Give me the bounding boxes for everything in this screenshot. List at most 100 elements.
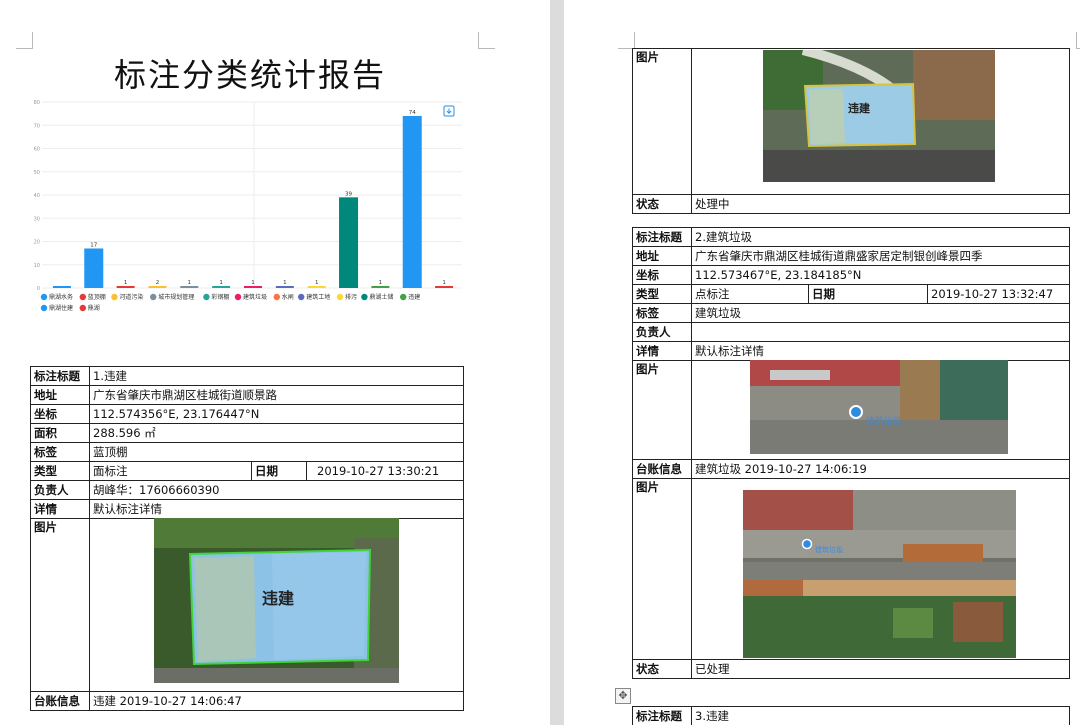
margin-corner-mark	[1076, 32, 1080, 49]
move-handle-icon[interactable]: ✥	[615, 688, 631, 704]
legend-label: 鼎湖水务	[49, 293, 73, 301]
y-tick-label: 70	[34, 123, 40, 129]
value-ledger[interactable]: 违建 2019-10-27 14:06:47	[89, 691, 464, 711]
legend-swatch	[150, 293, 157, 301]
label-ledger: 台账信息	[632, 459, 692, 479]
value-title[interactable]: 3.违建	[691, 706, 1070, 725]
label-address: 地址	[632, 246, 692, 266]
label-owner: 负责人	[30, 480, 90, 500]
label-status: 状态	[632, 194, 692, 214]
chart-bar	[116, 286, 135, 288]
legend-label: 蓝顶棚	[88, 293, 106, 301]
aerial-photo-construction-waste[interactable]: 建筑垃圾	[750, 360, 1008, 454]
chart-y-ticks: 80 70 60 50 40 30 20 10 0	[34, 100, 40, 292]
label-detail: 详情	[632, 341, 692, 361]
chart-bar	[180, 286, 199, 288]
value-date[interactable]: 2019-10-27 13:30:21	[306, 461, 464, 481]
table-row: 类型 面标注 日期 2019-10-27 13:30:21	[30, 461, 464, 481]
table-row: 标注标题 2.建筑垃圾	[632, 227, 1070, 247]
value-address[interactable]: 广东省肇庆市鼎湖区桂城街道鼎盛家居定制银创峰景四季	[691, 246, 1070, 266]
legend-swatch	[40, 304, 48, 312]
label-owner: 负责人	[632, 322, 692, 342]
chart-value-labels: 17 1 2 1 1 1 1 1 39 1 74 1	[90, 110, 446, 286]
chart-bar	[339, 197, 359, 288]
value-owner[interactable]: 胡峰华：17606660390	[89, 480, 464, 500]
table-row: 标注标题 1.违建	[30, 366, 464, 386]
legend-swatch	[203, 293, 210, 301]
chart-legend: 鼎湖水务 蓝顶棚 河道污染 城市规划管理 彩钢棚 建筑垃圾 水闸 建筑工地 排污 鼎湖土储 违建鼎湖…	[40, 293, 420, 312]
label-title: 标注标题	[632, 706, 692, 725]
table-row: 标注标题 3.违建	[632, 706, 1070, 725]
value-title[interactable]: 1.违建	[89, 366, 464, 386]
value-date[interactable]: 2019-10-27 13:32:47	[927, 284, 1070, 304]
table-row: 详情 默认标注详情	[632, 341, 1070, 361]
bar-value-label: 1	[251, 280, 255, 286]
table-row: 标签 建筑垃圾	[632, 303, 1070, 323]
bar-value-label: 1	[219, 280, 223, 286]
value-status[interactable]: 处理中	[691, 194, 1070, 214]
chart-bar	[244, 286, 262, 288]
legend-label: 河道污染	[119, 293, 143, 301]
table-row: 坐标 112.574356°E, 23.176447°N	[30, 404, 464, 424]
value-coords[interactable]: 112.574356°E, 23.176447°N	[89, 404, 464, 424]
photo-overlay-label: 建筑垃圾	[866, 415, 902, 427]
document-page-left: 标注分类统计报告 80 70 60 50 40 30 20 10 0 17 1 2 1 1 1 1 1 39 1 7…	[0, 0, 550, 725]
legend-swatch	[336, 293, 344, 301]
label-address: 地址	[30, 385, 90, 405]
legend-label: 建筑工地	[306, 293, 330, 301]
value-ledger[interactable]: 建筑垃圾 2019-10-27 14:06:19	[691, 459, 1070, 479]
bar-value-label: 1	[442, 280, 446, 286]
label-status: 状态	[632, 659, 692, 679]
value-type[interactable]: 点标注	[691, 284, 809, 304]
value-owner[interactable]	[691, 322, 1070, 342]
label-image: 图片	[632, 48, 692, 195]
chart-bar	[275, 286, 294, 288]
aerial-photo-construction-site[interactable]: 建筑垃圾	[743, 490, 1016, 658]
bar-value-label: 1	[124, 280, 128, 286]
table-row: 标签 蓝顶棚	[30, 442, 464, 462]
margin-corner-mark	[16, 32, 33, 49]
label-coords: 坐标	[632, 265, 692, 285]
value-detail[interactable]: 默认标注详情	[691, 341, 1070, 361]
bar-value-label: 1	[315, 280, 319, 286]
legend-swatch	[273, 293, 280, 301]
y-tick-label: 10	[34, 263, 40, 269]
photo-overlay-label: 建筑垃圾	[815, 545, 843, 554]
table-row: 台账信息 建筑垃圾 2019-10-27 14:06:19	[632, 459, 1070, 479]
y-tick-label: 50	[34, 170, 40, 176]
aerial-photo-illegal-building[interactable]: 违建	[154, 518, 399, 683]
value-tag[interactable]: 蓝顶棚	[89, 442, 464, 462]
legend-swatch	[400, 293, 407, 301]
value-coords[interactable]: 112.573467°E, 23.184185°N	[691, 265, 1070, 285]
legend-swatch	[79, 293, 86, 301]
legend-label: 鼎湖	[88, 304, 100, 312]
bar-value-label: 1	[379, 280, 383, 286]
value-title[interactable]: 2.建筑垃圾	[691, 227, 1070, 247]
chart-bar	[212, 286, 231, 288]
download-icon[interactable]	[443, 105, 455, 117]
value-detail[interactable]: 默认标注详情	[89, 499, 464, 519]
bar-value-label: 1	[283, 280, 287, 286]
document-page-right: 图片 状态 处理中 违建 标注标题 2.建筑垃圾 地址 广东省肇庆市鼎湖区桂城街…	[564, 0, 1080, 725]
legend-label: 违建	[408, 293, 420, 301]
chart-bar	[435, 286, 454, 288]
bar-value-label: 74	[409, 110, 416, 116]
value-status[interactable]: 已处理	[691, 659, 1070, 679]
value-area[interactable]: 288.596 ㎡	[89, 423, 464, 443]
table-row: 类型 点标注 日期 2019-10-27 13:32:47	[632, 284, 1070, 304]
label-type: 类型	[632, 284, 692, 304]
table-row: 地址 广东省肇庆市鼎湖区桂城街道鼎盛家居定制银创峰景四季	[632, 246, 1070, 266]
table-row: 台账信息 违建 2019-10-27 14:06:47	[30, 691, 464, 711]
legend-label: 鼎湖土储	[369, 293, 393, 301]
value-address[interactable]: 广东省肇庆市鼎湖区桂城街道顺景路	[89, 385, 464, 405]
label-title: 标注标题	[30, 366, 90, 386]
legend-label: 鼎湖住建	[49, 304, 73, 312]
value-type[interactable]: 面标注	[89, 461, 252, 481]
y-tick-label: 80	[34, 100, 40, 106]
legend-label: 彩钢棚	[211, 293, 229, 301]
chart-bar	[84, 248, 104, 288]
photo-overlay-label: 违建	[848, 101, 871, 115]
value-tag[interactable]: 建筑垃圾	[691, 303, 1070, 323]
aerial-photo-illegal-building-2[interactable]: 违建	[763, 50, 995, 182]
label-date: 日期	[808, 284, 928, 304]
